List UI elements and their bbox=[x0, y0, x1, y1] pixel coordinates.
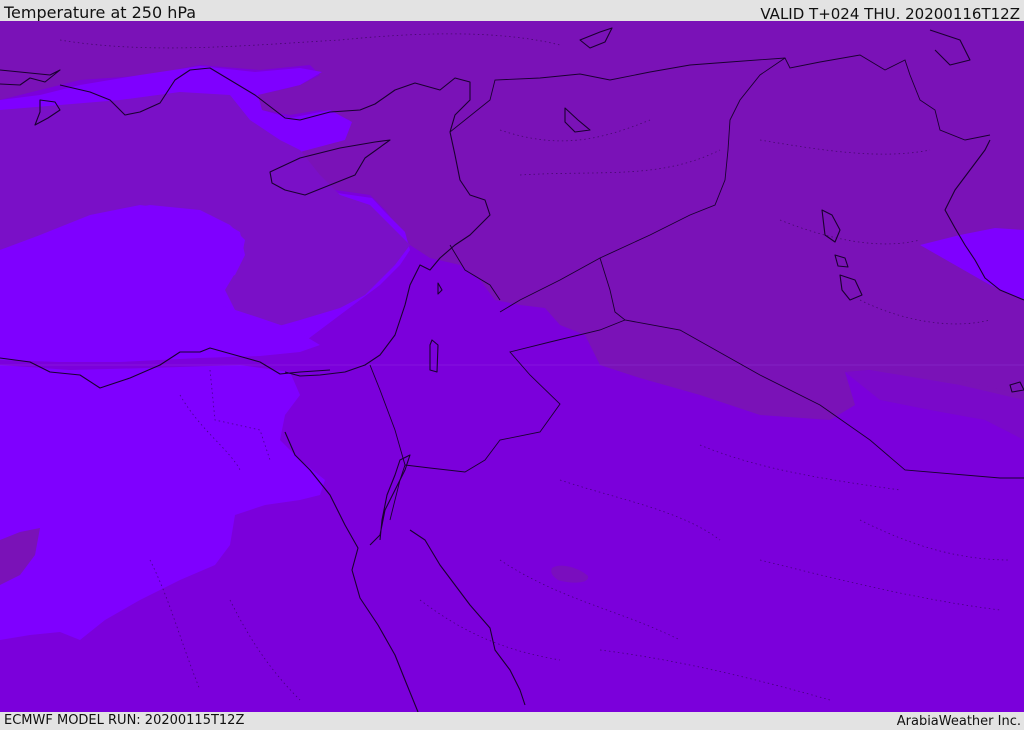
credit-label: ArabiaWeather Inc. bbox=[896, 714, 1021, 729]
header-bar: Temperature at 250 hPa VALID T+024 THU. … bbox=[0, 0, 1024, 23]
map-title: Temperature at 250 hPa bbox=[4, 3, 197, 22]
map-panel bbox=[0, 21, 1024, 712]
footer-bar: ECMWF MODEL RUN: 20200115T12Z ArabiaWeat… bbox=[0, 712, 1024, 729]
temperature-map bbox=[0, 21, 1024, 712]
model-run-label: ECMWF MODEL RUN: 20200115T12Z bbox=[4, 713, 245, 728]
